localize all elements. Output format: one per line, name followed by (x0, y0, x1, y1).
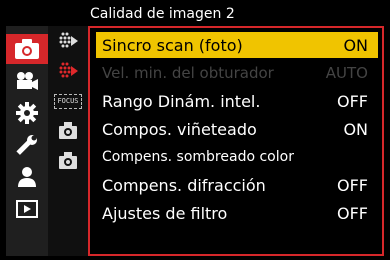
camera-menu-screen: Calidad de imagen 2 FOCUS Sincro scan (f… (0, 0, 390, 260)
menu-item-label: Sincro scan (foto) (102, 35, 243, 55)
page-title: Calidad de imagen 2 (90, 6, 235, 22)
tab-video[interactable] (6, 66, 48, 96)
menu-item-value: OFF (337, 175, 368, 195)
camera-settings-2-icon (59, 152, 77, 169)
tab-custom[interactable] (6, 98, 48, 128)
tab-photo[interactable] (6, 34, 48, 64)
subtab-image-quality-2[interactable] (48, 56, 88, 86)
gear-icon (16, 102, 38, 124)
tab-playback[interactable] (6, 194, 48, 224)
menu-item-min-shutter-speed: Vel. min. del obturador AUTO (96, 60, 378, 86)
camera-settings-1-icon (59, 122, 77, 139)
tab-my-menu[interactable] (6, 162, 48, 192)
subtab-camera-settings-2[interactable] (48, 146, 88, 176)
subtab-focus[interactable]: FOCUS (48, 86, 88, 116)
menu-item-intelligent-dynamic-range[interactable]: Rango Dinám. intel. OFF (96, 88, 378, 114)
movie-camera-icon (17, 72, 38, 90)
subtab-image-quality-1[interactable] (48, 26, 88, 56)
focus-icon: FOCUS (54, 93, 82, 109)
menu-item-vignetting-comp[interactable]: Compos. viñeteado ON (96, 116, 378, 142)
image-quality-2-icon (59, 62, 78, 78)
menu-item-label: Compens. difracción (102, 175, 266, 195)
sub-tab-column: FOCUS (48, 26, 88, 256)
tab-setup[interactable] (6, 130, 48, 160)
subtab-camera-settings-1[interactable] (48, 116, 88, 146)
menu-item-value: ON (343, 35, 368, 55)
menu-item-color-shading-comp[interactable]: Compens. sombreado color (96, 144, 378, 170)
image-quality-1-icon (59, 32, 78, 48)
menu-item-value: OFF (337, 91, 368, 111)
menu-item-label: Rango Dinám. intel. (102, 91, 261, 111)
menu-item-diffraction-comp[interactable]: Compens. difracción OFF (96, 172, 378, 198)
menu-item-filter-settings[interactable]: Ajustes de filtro OFF (96, 200, 378, 226)
person-icon (18, 167, 36, 187)
menu-item-value: ON (343, 119, 368, 139)
camera-icon (15, 39, 39, 59)
menu-item-sincro-scan[interactable]: Sincro scan (foto) ON (96, 32, 378, 58)
menu-item-label: Ajustes de filtro (102, 203, 228, 223)
main-tab-column (6, 26, 48, 256)
menu-item-value: OFF (337, 203, 368, 223)
playback-icon (16, 200, 38, 218)
menu-item-label: Vel. min. del obturador (102, 64, 274, 82)
wrench-icon (16, 135, 37, 155)
menu-item-value: AUTO (325, 64, 368, 82)
menu-item-label: Compos. viñeteado (102, 119, 257, 139)
menu-item-label: Compens. sombreado color (102, 149, 294, 165)
